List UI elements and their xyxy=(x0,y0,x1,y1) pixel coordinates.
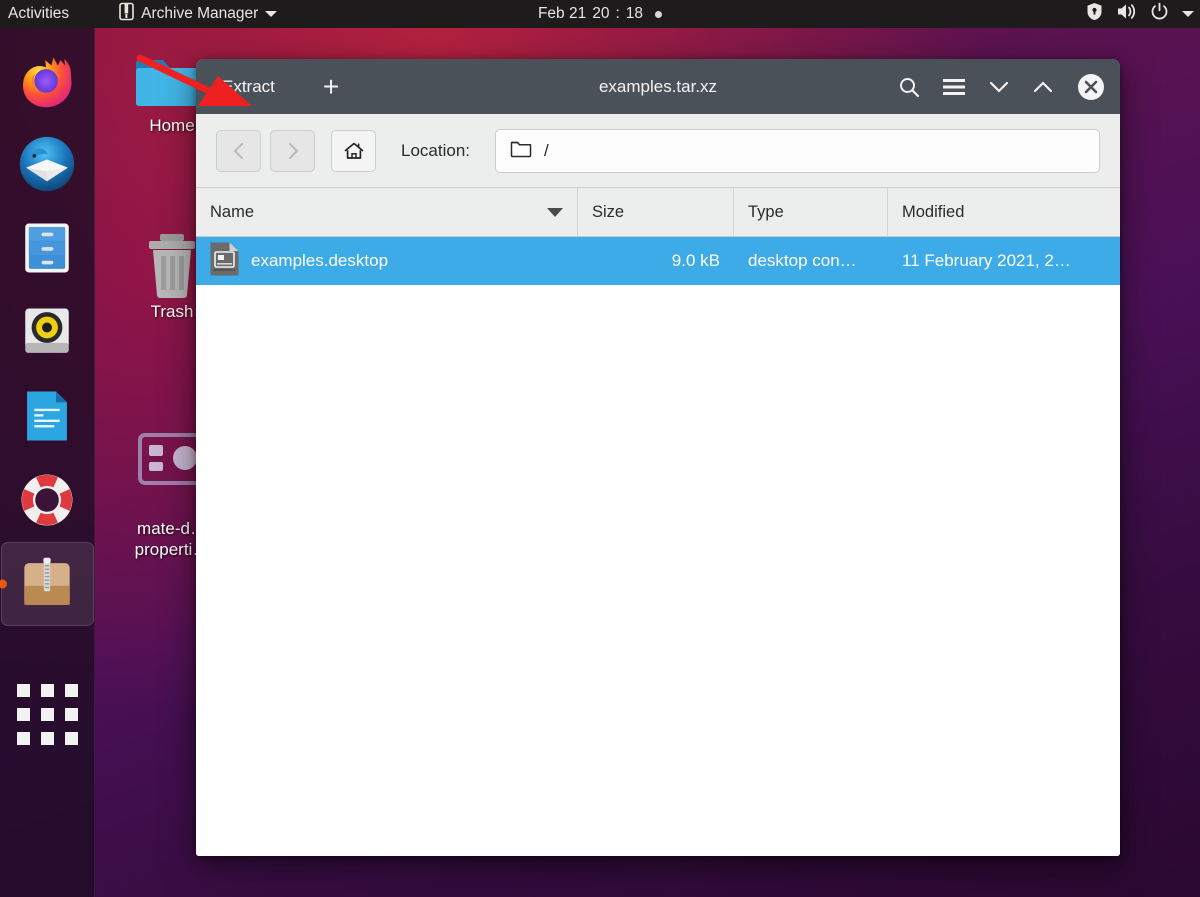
dock-item-thunderbird[interactable] xyxy=(0,122,95,206)
notification-dot-icon xyxy=(655,11,662,18)
dock-item-archive-manager[interactable] xyxy=(1,542,94,626)
show-applications-button[interactable] xyxy=(17,684,78,745)
dock-item-rhythmbox[interactable] xyxy=(0,290,95,374)
files-cabinet-icon xyxy=(18,219,76,277)
add-files-button[interactable]: + xyxy=(317,73,345,101)
folder-icon xyxy=(510,139,532,163)
chevron-down-icon[interactable] xyxy=(988,78,1010,96)
system-status-area[interactable] xyxy=(1086,2,1194,26)
navigation-toolbar: Location: / xyxy=(196,114,1120,188)
clock[interactable]: Feb 21 20 : 18 xyxy=(538,5,662,23)
app-grid-dot xyxy=(65,708,78,721)
column-header-type[interactable]: Type xyxy=(734,188,888,236)
file-name-cell: examples.desktop xyxy=(196,242,578,281)
libreoffice-writer-icon xyxy=(18,387,76,445)
app-grid-dot xyxy=(17,684,30,697)
dock-item-libreoffice-writer[interactable] xyxy=(0,374,95,458)
power-icon xyxy=(1150,2,1169,26)
home-icon xyxy=(343,140,365,162)
firefox-icon xyxy=(18,51,76,109)
forward-button[interactable] xyxy=(270,130,315,172)
hamburger-menu-icon[interactable] xyxy=(942,77,966,97)
location-value: / xyxy=(544,141,549,161)
app-grid-dot xyxy=(65,732,78,745)
app-grid-dot xyxy=(41,684,54,697)
gnome-top-bar: Activities Archive Manager Feb 21 20 : 1… xyxy=(0,0,1200,28)
archive-manager-icon xyxy=(119,2,134,26)
window-title: examples.tar.xz xyxy=(599,77,717,97)
dock-item-help[interactable] xyxy=(0,458,95,542)
sort-descending-icon xyxy=(547,208,563,217)
window-header-bar: Extract + examples.tar.xz xyxy=(196,59,1120,114)
clock-separator: : xyxy=(615,5,619,23)
column-header-modified[interactable]: Modified xyxy=(888,188,1120,236)
volume-icon xyxy=(1116,2,1137,26)
location-input[interactable]: / xyxy=(495,129,1100,173)
dock-item-firefox[interactable] xyxy=(0,38,95,122)
clock-minute: 18 xyxy=(626,5,643,23)
file-type-cell: desktop con… xyxy=(734,251,888,271)
clock-date: Feb 21 xyxy=(538,5,586,23)
archive-manager-box-icon xyxy=(18,555,76,613)
close-icon[interactable] xyxy=(1076,72,1106,102)
activities-button[interactable]: Activities xyxy=(0,5,81,23)
app-menu-button[interactable]: Archive Manager xyxy=(119,2,277,26)
thunderbird-icon xyxy=(18,135,76,193)
location-label: Location: xyxy=(401,141,470,161)
app-grid-dot xyxy=(65,684,78,697)
file-name: examples.desktop xyxy=(251,251,388,271)
help-lifebuoy-icon xyxy=(18,471,76,529)
table-row[interactable]: examples.desktop 9.0 kB desktop con… 11 … xyxy=(196,237,1120,285)
app-grid-dot xyxy=(41,708,54,721)
dock xyxy=(0,28,95,897)
rhythmbox-speaker-icon xyxy=(18,303,76,361)
back-button[interactable] xyxy=(216,130,261,172)
column-header-size[interactable]: Size xyxy=(578,188,734,236)
file-size-cell: 9.0 kB xyxy=(578,251,734,271)
dock-item-files[interactable] xyxy=(0,206,95,290)
window-header-actions xyxy=(898,72,1106,102)
app-grid-dot xyxy=(41,732,54,745)
app-menu-label: Archive Manager xyxy=(141,5,258,23)
home-button[interactable] xyxy=(331,130,376,172)
file-modified-cell: 11 February 2021, 2… xyxy=(888,251,1120,271)
file-list[interactable]: examples.desktop 9.0 kB desktop con… 11 … xyxy=(196,237,1120,856)
chevron-up-icon[interactable] xyxy=(1032,78,1054,96)
clock-hour: 20 xyxy=(592,5,609,23)
shield-icon xyxy=(1086,2,1103,26)
search-icon[interactable] xyxy=(898,76,920,98)
app-grid-dot xyxy=(17,732,30,745)
file-list-column-headers: Name Size Type Modified xyxy=(196,188,1120,237)
desktop-file-icon xyxy=(210,242,239,281)
desktop-screen: Home Trash mate-d… properti… xyxy=(0,0,1200,897)
app-grid-dot xyxy=(17,708,30,721)
column-header-name[interactable]: Name xyxy=(196,188,578,236)
archive-manager-window: Extract + examples.tar.xz xyxy=(196,59,1120,856)
caret-down-icon[interactable] xyxy=(1182,11,1194,17)
caret-down-icon xyxy=(265,11,277,17)
extract-button[interactable]: Extract xyxy=(216,73,281,101)
